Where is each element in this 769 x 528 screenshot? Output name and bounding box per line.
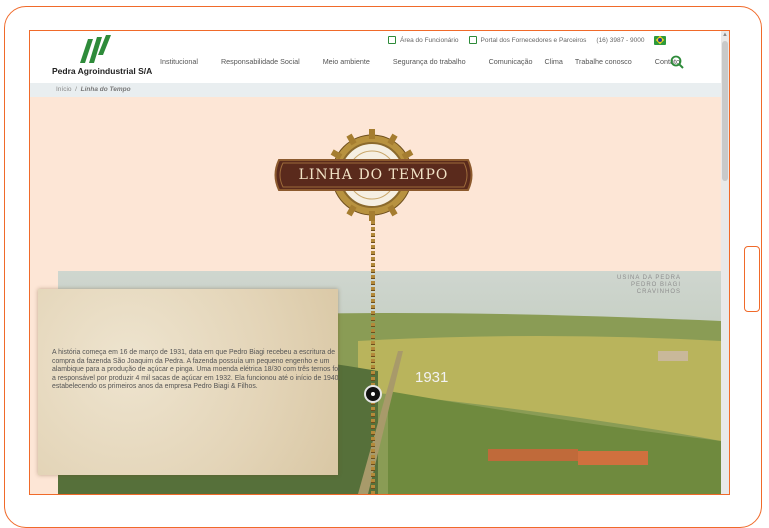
breadcrumb-current: Linha do Tempo (80, 86, 131, 93)
logo-text: Pedra Agroindustrial S/A (52, 66, 153, 76)
breadcrumb: Início / Linha do Tempo (30, 83, 721, 97)
employee-area-label: Área do Funcionário (400, 36, 459, 44)
nav-meio-ambiente[interactable]: Meio ambiente (323, 57, 370, 66)
page-scrollbar[interactable]: ▲ (721, 31, 729, 494)
timeline-chain (371, 221, 375, 494)
caption-line: CRAVINHOS (636, 289, 681, 295)
site-header: Pedra Agroindustrial S/A Área do Funcion… (30, 31, 721, 83)
supplier-portal-label: Portal dos Fornecedores e Parceiros (480, 36, 587, 44)
caption-line: PEDRO BIAGI (630, 282, 681, 288)
caption-line: USINA DA PEDRA (616, 275, 681, 281)
timeline-year-marker[interactable] (364, 385, 382, 403)
logo-mark-icon (80, 35, 111, 63)
nav-institucional[interactable]: Institucional (160, 57, 198, 66)
nav-comunicacao[interactable]: Comunicação (489, 57, 533, 66)
browser-viewport: Pedra Agroindustrial S/A Área do Funcion… (29, 30, 730, 495)
painting-caption: USINA DA PEDRA PEDRO BIAGI CRAVINHOS (617, 275, 681, 296)
nav-responsabilidade-social[interactable]: Responsabilidade Social (221, 57, 300, 66)
company-logo[interactable]: Pedra Agroindustrial S/A (52, 35, 152, 79)
main-nav: Institucional Responsabilidade Social Me… (160, 57, 703, 66)
tablet-side-button (744, 246, 760, 312)
timeline-entry-text: A história começa em 16 de março de 1931… (52, 349, 341, 391)
top-utility-bar: Área do Funcionário Portal dos Fornecedo… (388, 34, 667, 46)
nav-seguranca-trabalho[interactable]: Segurança do trabalho (393, 57, 466, 66)
lock-icon (388, 36, 396, 44)
breadcrumb-separator: / (75, 86, 77, 93)
search-icon[interactable] (670, 55, 684, 69)
timeline-title: LINHA DO TEMPO (298, 167, 449, 183)
scroll-up-arrow-icon[interactable]: ▲ (722, 32, 728, 38)
timeline-entry-card: A história começa em 16 de março de 1931… (38, 289, 340, 475)
brazil-flag-icon[interactable] (654, 35, 667, 45)
supplier-portal-link[interactable]: Portal dos Fornecedores e Parceiros (468, 36, 587, 44)
phone-number: (16) 3987 - 9000 (596, 36, 645, 44)
scrollbar-thumb[interactable] (722, 41, 728, 181)
nav-trabalhe-conosco[interactable]: Trabalhe conosco (575, 57, 632, 66)
nav-clima[interactable]: Clima (545, 57, 563, 66)
timeline-year-label: 1931 (415, 369, 449, 386)
breadcrumb-home[interactable]: Início (56, 86, 72, 93)
lock-icon (468, 36, 477, 44)
employee-area-link[interactable]: Área do Funcionário (388, 36, 459, 44)
